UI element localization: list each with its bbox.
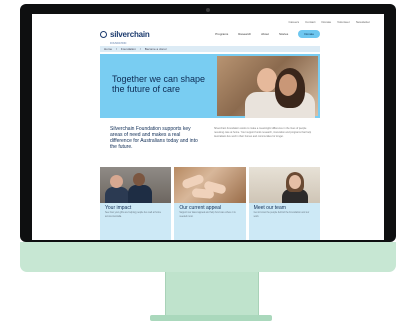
hero-photo bbox=[217, 56, 318, 118]
card-body: Get to know the people behind the Founda… bbox=[253, 212, 310, 218]
photo-hand bbox=[191, 188, 215, 199]
photo-person-body bbox=[128, 185, 152, 203]
card-row: Your impact See how your gifts are helpi… bbox=[100, 167, 320, 240]
card-title: Our current appeal bbox=[179, 205, 222, 211]
hero-title: Together we can shape the future of care bbox=[112, 74, 206, 94]
logo-icon bbox=[100, 30, 107, 38]
utility-link[interactable]: Contact bbox=[305, 20, 315, 24]
intro-body: Silverchain Foundation works to make a m… bbox=[214, 127, 312, 138]
breadcrumb-item[interactable]: Foundation bbox=[121, 47, 136, 51]
utility-link[interactable]: Donate bbox=[321, 20, 331, 24]
breadcrumb-separator: / bbox=[116, 47, 117, 51]
photo-person-face bbox=[257, 68, 277, 92]
screen-bezel: Careers Contact Donate Volunteer Newslet… bbox=[20, 4, 396, 242]
photo-person-body bbox=[105, 187, 129, 203]
photo-person-face bbox=[288, 175, 301, 189]
photo-person-face bbox=[279, 74, 297, 96]
card-body: Support our latest appeal and help fund … bbox=[179, 212, 236, 218]
nav-item[interactable]: Research bbox=[238, 32, 251, 36]
card-meet-our-team[interactable]: Meet our team Get to know the people beh… bbox=[248, 167, 320, 240]
card-your-impact[interactable]: Your impact See how your gifts are helpi… bbox=[100, 167, 172, 240]
photo-person-face bbox=[110, 175, 123, 188]
nav-item[interactable]: Programs bbox=[215, 32, 228, 36]
main-nav: Programs Research About Stories Donate bbox=[215, 30, 320, 38]
monitor-chin bbox=[20, 242, 396, 272]
intro-heading: Silverchain Foundation supports key area… bbox=[110, 126, 198, 150]
logo-text: silverchain bbox=[110, 29, 150, 39]
photo-person-face bbox=[133, 173, 145, 186]
monitor-stand bbox=[165, 272, 259, 316]
breadcrumb-item[interactable]: Home bbox=[104, 47, 112, 51]
logo[interactable]: silverchain FOUNDATION bbox=[100, 24, 150, 45]
webpage: Careers Contact Donate Volunteer Newslet… bbox=[32, 14, 384, 240]
camera-icon bbox=[206, 8, 210, 12]
site-header: silverchain FOUNDATION Programs Research… bbox=[100, 27, 320, 45]
nav-item[interactable]: Stories bbox=[279, 32, 288, 36]
card-body: See how your gifts are helping people li… bbox=[105, 212, 162, 218]
card-image bbox=[248, 167, 320, 203]
nav-item[interactable]: About bbox=[261, 32, 269, 36]
monitor-stand-base bbox=[150, 315, 272, 321]
display-screen: Careers Contact Donate Volunteer Newslet… bbox=[32, 14, 384, 240]
hero-banner: Together we can shape the future of care bbox=[100, 54, 320, 118]
card-title: Your impact bbox=[105, 205, 132, 211]
utility-link[interactable]: Careers bbox=[288, 20, 299, 24]
utility-nav: Careers Contact Donate Volunteer Newslet… bbox=[288, 20, 370, 24]
utility-link[interactable]: Newsletter bbox=[356, 20, 370, 24]
utility-link[interactable]: Volunteer bbox=[337, 20, 350, 24]
logo-subtitle: FOUNDATION bbox=[110, 41, 127, 45]
donate-button[interactable]: Donate bbox=[298, 30, 320, 38]
card-image bbox=[100, 167, 172, 203]
breadcrumb: Home / Foundation / Become a donor bbox=[100, 46, 320, 52]
card-image bbox=[174, 167, 246, 203]
breadcrumb-separator: / bbox=[139, 47, 141, 51]
photo-hand bbox=[181, 173, 206, 190]
card-current-appeal[interactable]: Our current appeal Support our latest ap… bbox=[174, 167, 246, 240]
card-title: Meet our team bbox=[253, 205, 286, 211]
imac-monitor: Careers Contact Donate Volunteer Newslet… bbox=[20, 4, 396, 272]
breadcrumb-item: Become a donor bbox=[144, 47, 167, 51]
